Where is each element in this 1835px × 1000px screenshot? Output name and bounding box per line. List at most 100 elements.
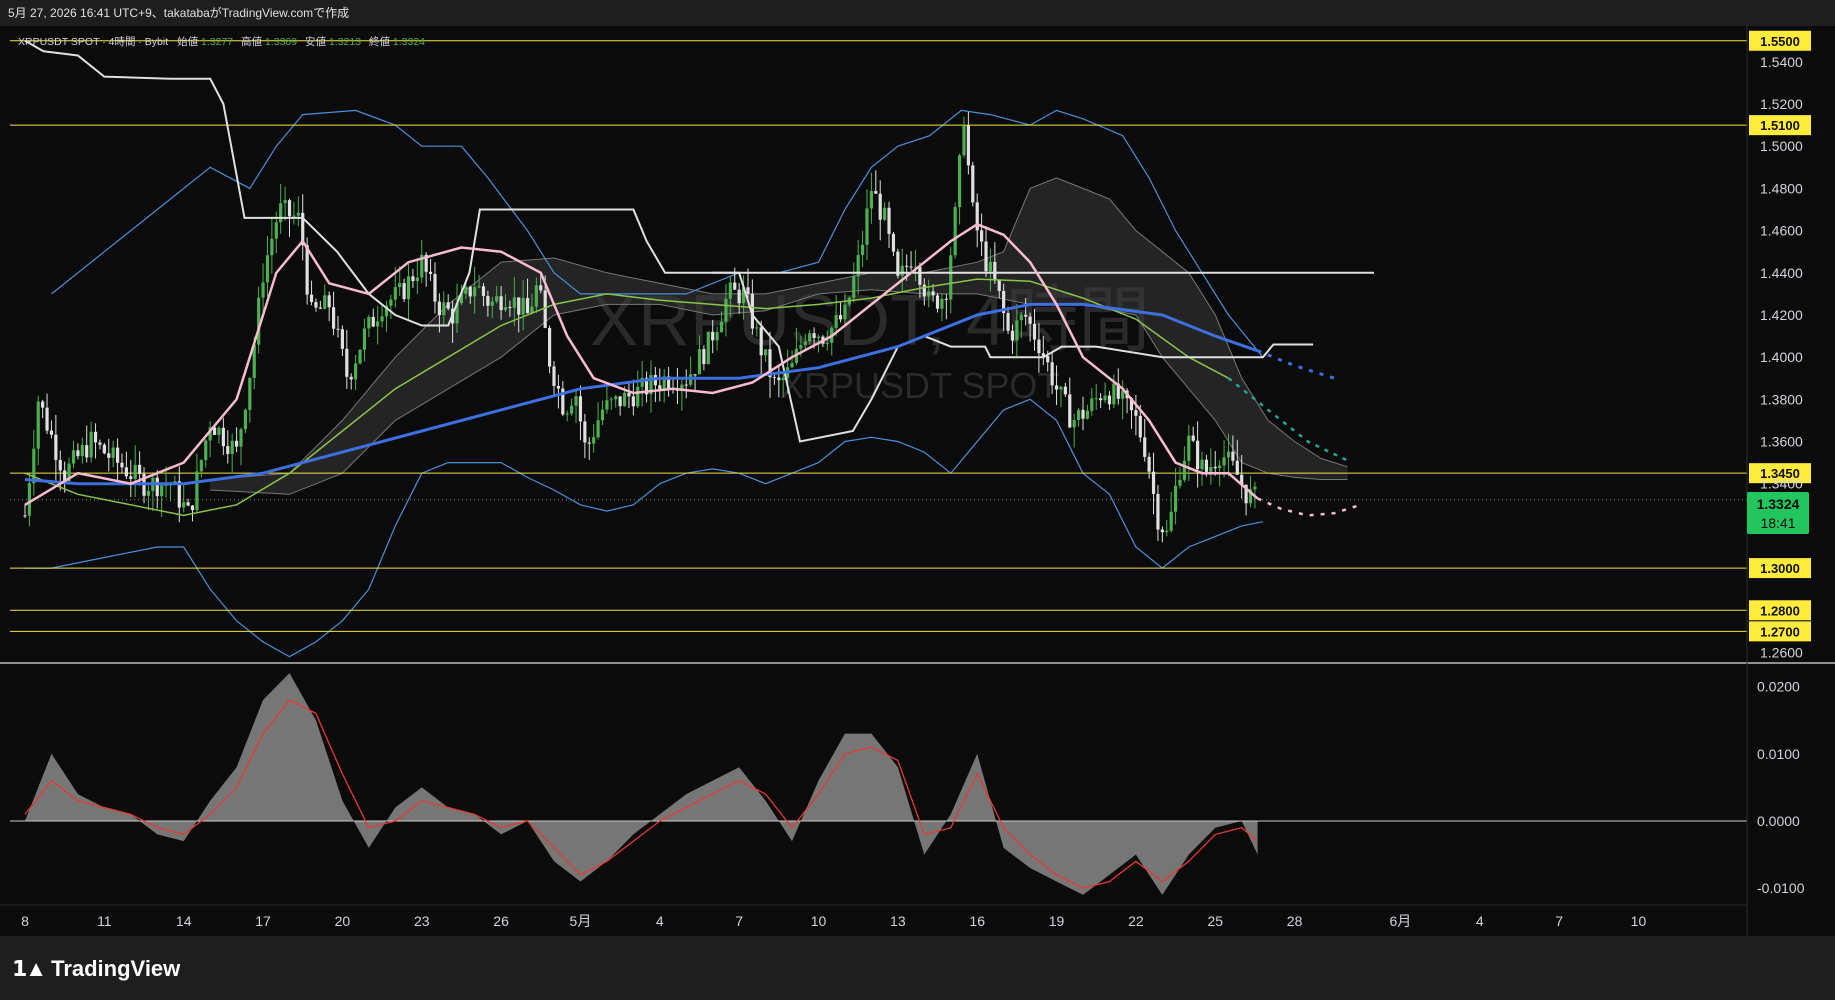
candle-body [1213, 466, 1217, 469]
candle-body [728, 282, 732, 299]
macd-tick-label: -0.0100 [1757, 880, 1805, 896]
candle-body [155, 477, 159, 497]
candle-body [1046, 356, 1050, 363]
candle-body [759, 327, 763, 356]
candle-body [746, 287, 750, 294]
candle-body [129, 476, 133, 479]
bar-countdown: 18:41 [1760, 515, 1795, 531]
candle-body [398, 283, 402, 288]
candle-body [371, 316, 375, 327]
candle-body [1151, 471, 1156, 494]
candle-body [468, 286, 472, 297]
candle-body [1068, 394, 1072, 428]
candle-body [803, 341, 807, 346]
candle-body [41, 401, 45, 408]
legend-low-value: 1.3213 [329, 36, 361, 48]
time-tick-label: 23 [414, 913, 430, 929]
legend-close-label: 終値 [369, 35, 390, 48]
candle-body [525, 298, 530, 314]
candle-body [988, 261, 993, 272]
candle-body [133, 464, 137, 479]
candle-body [565, 413, 569, 415]
candle-body [446, 302, 450, 309]
candle-body [622, 392, 627, 407]
price-tick-label: 1.5400 [1760, 54, 1803, 70]
candle-body [1196, 440, 1200, 470]
candle-body [825, 342, 829, 344]
level-label: 1.5100 [1760, 118, 1800, 133]
candle-body [556, 385, 561, 389]
time-tick-label: 10 [811, 913, 827, 929]
candle-body [552, 366, 556, 386]
time-tick-label: 8 [21, 913, 29, 929]
candle-body [935, 295, 940, 309]
candle-body [1063, 386, 1067, 395]
candle-body [138, 464, 142, 474]
legend-close-value: 1.3324 [393, 36, 425, 48]
candle-body [1218, 465, 1222, 469]
candle-body [1019, 314, 1023, 321]
candle-body [115, 447, 120, 463]
candle-body [957, 155, 962, 208]
candle-body [1059, 386, 1063, 390]
legend-low-label: 安値 [305, 35, 326, 48]
candle-body [790, 362, 794, 368]
candle-body [971, 165, 975, 203]
candle-body [816, 336, 821, 339]
tradingview-logo-icon: 𝟭▲ [12, 956, 47, 981]
candle-body [931, 291, 935, 296]
legend-high-label: 高値 [241, 35, 262, 48]
candle-body [587, 442, 591, 444]
candle-body [865, 208, 869, 245]
candle-body [1231, 451, 1235, 461]
candle-body [574, 396, 578, 406]
candle-body [318, 307, 322, 309]
candle-body [539, 285, 543, 291]
price-tick-label: 1.3400 [1760, 476, 1803, 492]
candle-body [596, 420, 600, 438]
candle-body [1024, 314, 1028, 317]
candle-body [631, 396, 635, 407]
candle-body [349, 376, 353, 380]
candle-body [235, 440, 239, 447]
candle-body [578, 396, 583, 422]
chart-canvas[interactable]: XRPUSDT, 4時間 XRPUSDT SPOT 1.55001.51001.… [0, 26, 1835, 936]
candle-body [190, 505, 195, 511]
candle-body [27, 483, 32, 516]
candle-body [614, 396, 618, 400]
candle-body [327, 295, 331, 308]
price-tick-label: 1.4600 [1760, 223, 1803, 239]
candle-body [1028, 316, 1032, 324]
candle-body [406, 276, 411, 300]
candle-body [962, 125, 966, 156]
candle-body [376, 321, 380, 327]
level-label: 1.3000 [1760, 561, 1800, 576]
last-price-value: 1.3324 [1757, 496, 1800, 512]
candle-body [843, 304, 847, 320]
time-tick-label: 19 [1049, 913, 1065, 929]
tradingview-logo[interactable]: 𝟭▲ TradingView [12, 956, 180, 982]
candle-body [182, 502, 186, 508]
candle-body [389, 299, 393, 306]
candle-body [80, 445, 84, 457]
candle-body [852, 276, 856, 298]
candle-body [287, 200, 292, 217]
candle-body [887, 207, 891, 234]
candle-body [239, 429, 243, 447]
price-tick-label: 1.5000 [1760, 138, 1803, 154]
time-tick-label: 7 [1555, 913, 1563, 929]
candle-body [314, 302, 318, 308]
candle-body [764, 349, 768, 356]
candle-body [702, 349, 706, 365]
candle-body [719, 321, 724, 333]
candle-body [120, 462, 124, 468]
candle-body [437, 301, 441, 316]
candle-body [684, 384, 688, 386]
candle-body [605, 400, 609, 410]
candle-body [781, 377, 785, 381]
candle-body [966, 125, 970, 166]
macd-tick-label: 0.0100 [1757, 746, 1800, 762]
candle-body [1200, 459, 1204, 470]
candle-body [1204, 459, 1209, 472]
candle-body [503, 307, 508, 311]
